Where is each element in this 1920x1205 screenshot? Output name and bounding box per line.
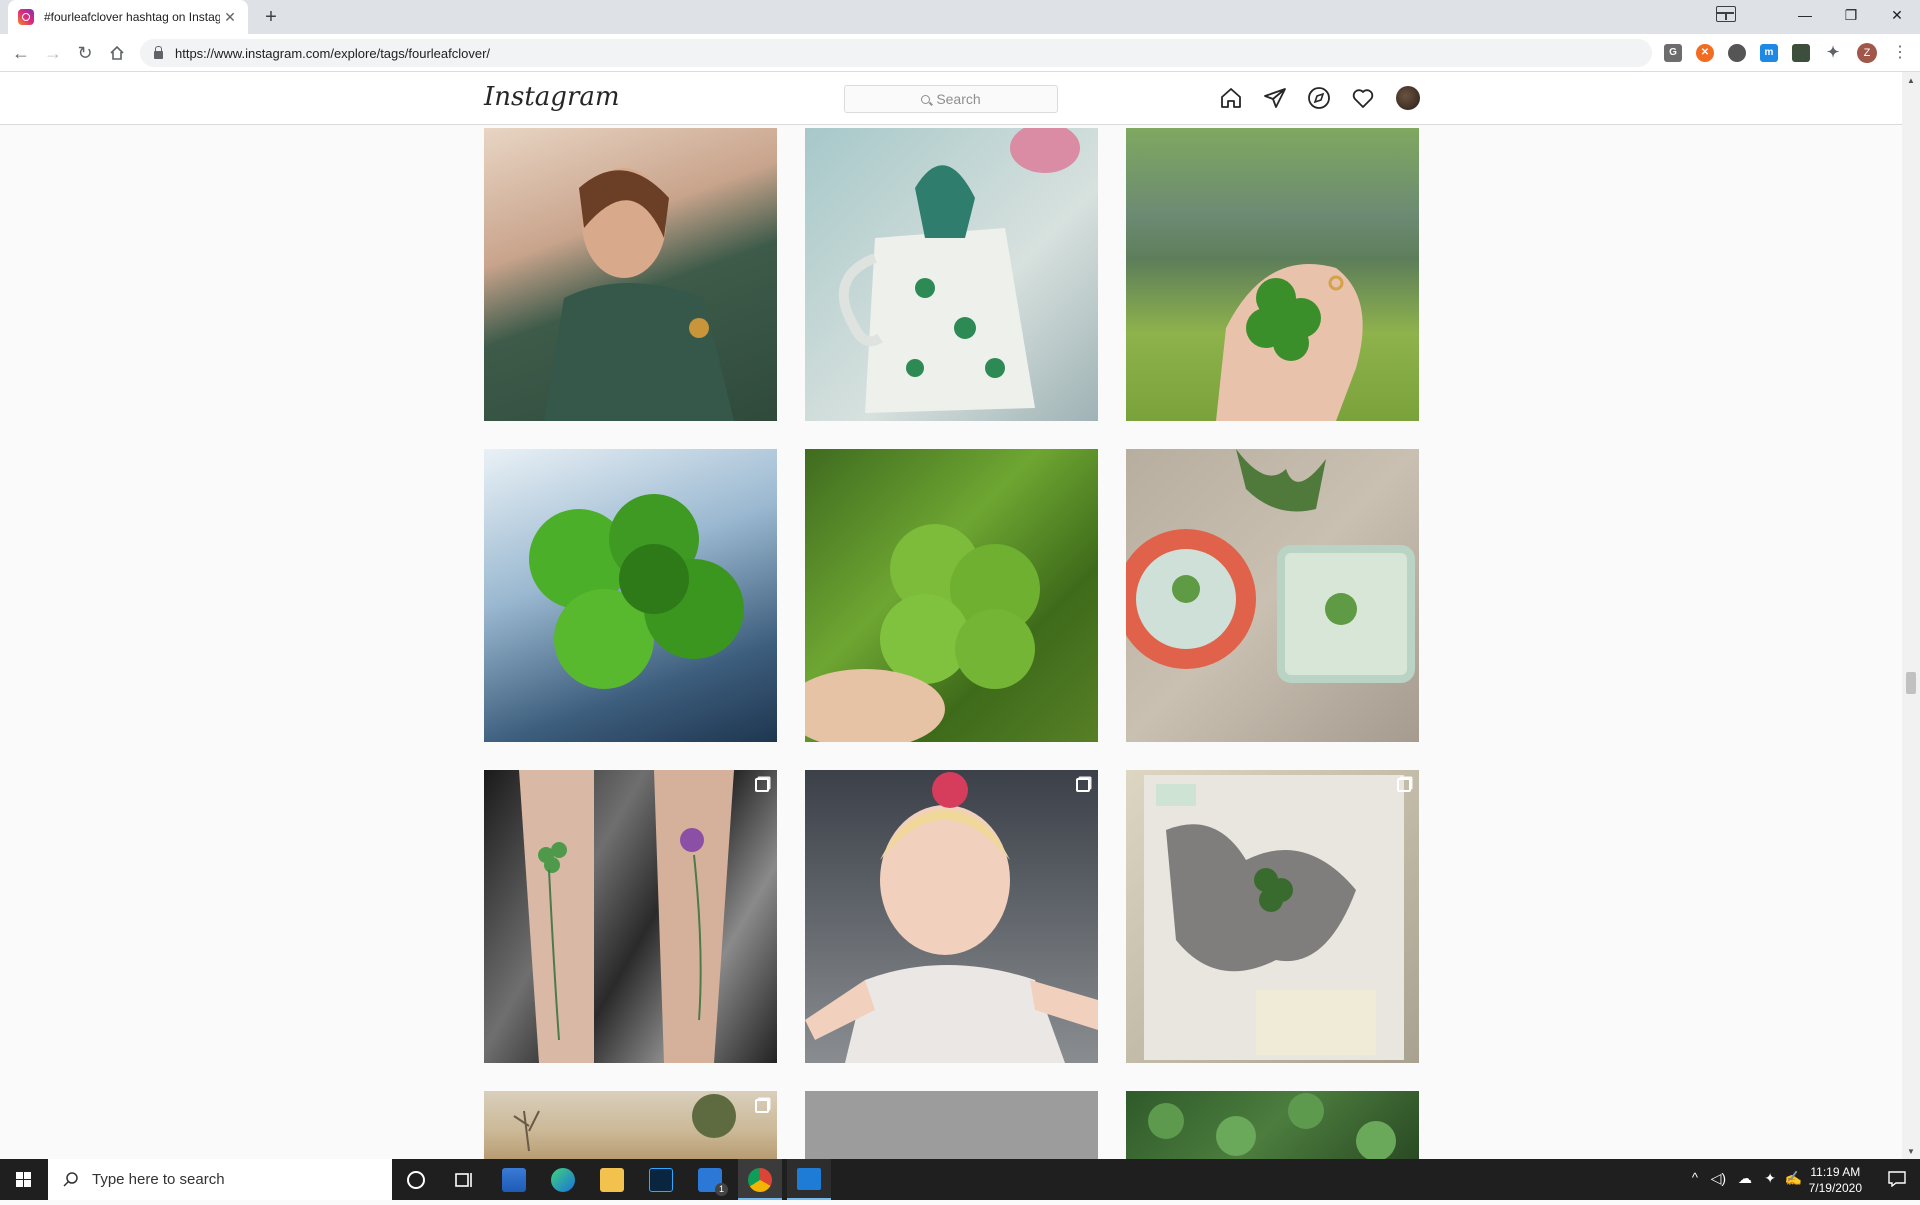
restore-button[interactable]: ❐ (1828, 0, 1874, 34)
forward-button[interactable]: → (41, 41, 65, 65)
post-thumbnail[interactable] (1126, 1091, 1419, 1159)
taskbar-search-box[interactable]: Type here to search (48, 1159, 392, 1200)
scroll-up-arrow-icon[interactable]: ▲ (1906, 76, 1916, 86)
browser-menu-icon[interactable]: ⋮ (1890, 42, 1910, 64)
search-input[interactable]: Search (844, 85, 1058, 113)
file-explorer-icon[interactable] (600, 1168, 624, 1192)
extension-orange-icon[interactable]: ✕ (1696, 44, 1714, 62)
post-image-collage (1144, 775, 1404, 1060)
extension-green-icon[interactable] (1792, 44, 1810, 62)
snipping-tool-icon (797, 1168, 821, 1190)
photoshop-icon[interactable] (649, 1168, 673, 1192)
volume-icon[interactable]: ◁) (1711, 1170, 1726, 1187)
post-thumbnail[interactable] (805, 1091, 1098, 1159)
post-image-resin-coasters (1126, 449, 1415, 683)
post-thumbnail[interactable] (805, 449, 1098, 742)
store-icon[interactable] (502, 1168, 526, 1192)
extension-blue-icon[interactable]: m (1760, 44, 1778, 62)
scrollbar-thumb[interactable] (1906, 672, 1916, 694)
clock-date: 7/19/2020 (1808, 1181, 1862, 1195)
dropbox-icon[interactable]: ✦ (1764, 1170, 1776, 1187)
address-bar[interactable]: https://www.instagram.com/explore/tags/f… (140, 39, 1652, 67)
multiple-photos-icon (755, 778, 769, 792)
instagram-logo[interactable]: Instagram (484, 82, 620, 112)
tab-title: #fourleafclover hashtag on Instagram (44, 10, 220, 24)
post-image-clover-patch (1148, 1093, 1396, 1159)
close-tab-icon[interactable]: ✕ (222, 9, 238, 26)
instagram-header: Instagram Search (0, 72, 1902, 125)
post-thumbnail[interactable] (805, 128, 1098, 421)
post-image-tattoos (519, 770, 734, 1063)
browser-toolbar: ← → ↻ https://www.instagram.com/explore/… (0, 34, 1920, 72)
post-thumbnail[interactable] (805, 770, 1098, 1063)
search-icon (63, 1171, 78, 1187)
edge-icon[interactable] (551, 1168, 575, 1192)
multiple-photos-icon (1076, 778, 1090, 792)
system-clock[interactable]: 11:19 AM 7/19/2020 (1809, 1164, 1862, 1196)
instagram-page: Instagram Search (0, 72, 1902, 1159)
task-view-icon[interactable] (452, 1168, 476, 1192)
url-text: https://www.instagram.com/explore/tags/f… (175, 45, 491, 61)
post-thumbnail[interactable] (484, 449, 777, 742)
clock-time: 11:19 AM (1810, 1165, 1861, 1179)
minimize-button[interactable]: — (1782, 0, 1828, 34)
post-image-toddler (805, 772, 1098, 1063)
post-thumbnail[interactable] (484, 128, 777, 421)
post-thumbnail[interactable] (1126, 770, 1419, 1063)
chrome-taskbar-item[interactable] (738, 1159, 782, 1200)
pen-icon[interactable]: ✍ (1785, 1170, 1802, 1187)
extension-circle-icon[interactable] (1728, 44, 1746, 62)
start-button[interactable] (0, 1159, 48, 1200)
taskbar-search-placeholder: Type here to search (92, 1171, 225, 1188)
chrome-icon (748, 1168, 772, 1192)
notifications-icon[interactable] (1888, 1171, 1906, 1187)
post-image-clover-droplets (529, 494, 744, 689)
browser-tab[interactable]: #fourleafclover hashtag on Instagram ✕ (8, 0, 248, 34)
back-button[interactable]: ← (9, 41, 33, 65)
mail-badge: 1 (714, 1183, 728, 1196)
multiple-photos-icon (1397, 778, 1411, 792)
windows-taskbar: Type here to search 1 ^ ◁) ☁ ✦ ✍ 11:19 A… (0, 1159, 1920, 1200)
tab-search-icon[interactable] (1716, 6, 1736, 22)
post-image-clover-ring (1216, 264, 1363, 421)
extensions-puzzle-icon[interactable]: ✦ (1824, 44, 1842, 62)
post-thumbnail[interactable] (1126, 128, 1419, 421)
post-image-pitcher-painting (838, 128, 1080, 413)
multiple-photos-icon (755, 1099, 769, 1113)
lock-icon (154, 46, 163, 59)
home-icon[interactable] (1219, 86, 1243, 110)
search-icon (921, 94, 931, 104)
new-tab-button[interactable]: + (258, 4, 284, 30)
page-scrollbar[interactable]: ▲ ▼ (1902, 72, 1920, 1159)
post-thumbnail[interactable] (484, 1091, 777, 1159)
windows-logo-icon (16, 1172, 31, 1187)
cortana-icon[interactable] (404, 1168, 428, 1192)
tray-overflow-icon[interactable]: ^ (1692, 1170, 1698, 1185)
post-image-field (513, 1094, 736, 1152)
window-controls: — ❐ ✕ (1782, 0, 1920, 34)
explore-icon[interactable] (1307, 86, 1331, 110)
post-image-clover-grass (805, 524, 1040, 742)
close-window-button[interactable]: ✕ (1874, 0, 1920, 34)
snipping-tool-taskbar-item[interactable] (787, 1159, 831, 1200)
reload-button[interactable]: ↻ (73, 41, 97, 65)
onedrive-icon[interactable]: ☁ (1738, 1170, 1752, 1187)
search-placeholder: Search (936, 91, 981, 107)
profile-avatar[interactable] (1396, 86, 1420, 110)
mail-icon[interactable]: 1 (698, 1168, 728, 1196)
browser-profile-avatar[interactable]: Z (1857, 43, 1877, 63)
post-image-woman (544, 168, 734, 421)
instagram-favicon-icon (18, 9, 34, 25)
extension-g-icon[interactable]: G (1664, 44, 1682, 62)
home-icon (110, 45, 124, 60)
scroll-down-arrow-icon[interactable]: ▼ (1906, 1147, 1916, 1157)
post-thumbnail[interactable] (1126, 449, 1419, 742)
direct-messages-icon[interactable] (1263, 86, 1287, 110)
browser-tab-bar: #fourleafclover hashtag on Instagram ✕ +… (0, 0, 1920, 34)
activity-heart-icon[interactable] (1351, 86, 1375, 110)
home-button[interactable] (105, 41, 129, 65)
post-thumbnail[interactable] (484, 770, 777, 1063)
